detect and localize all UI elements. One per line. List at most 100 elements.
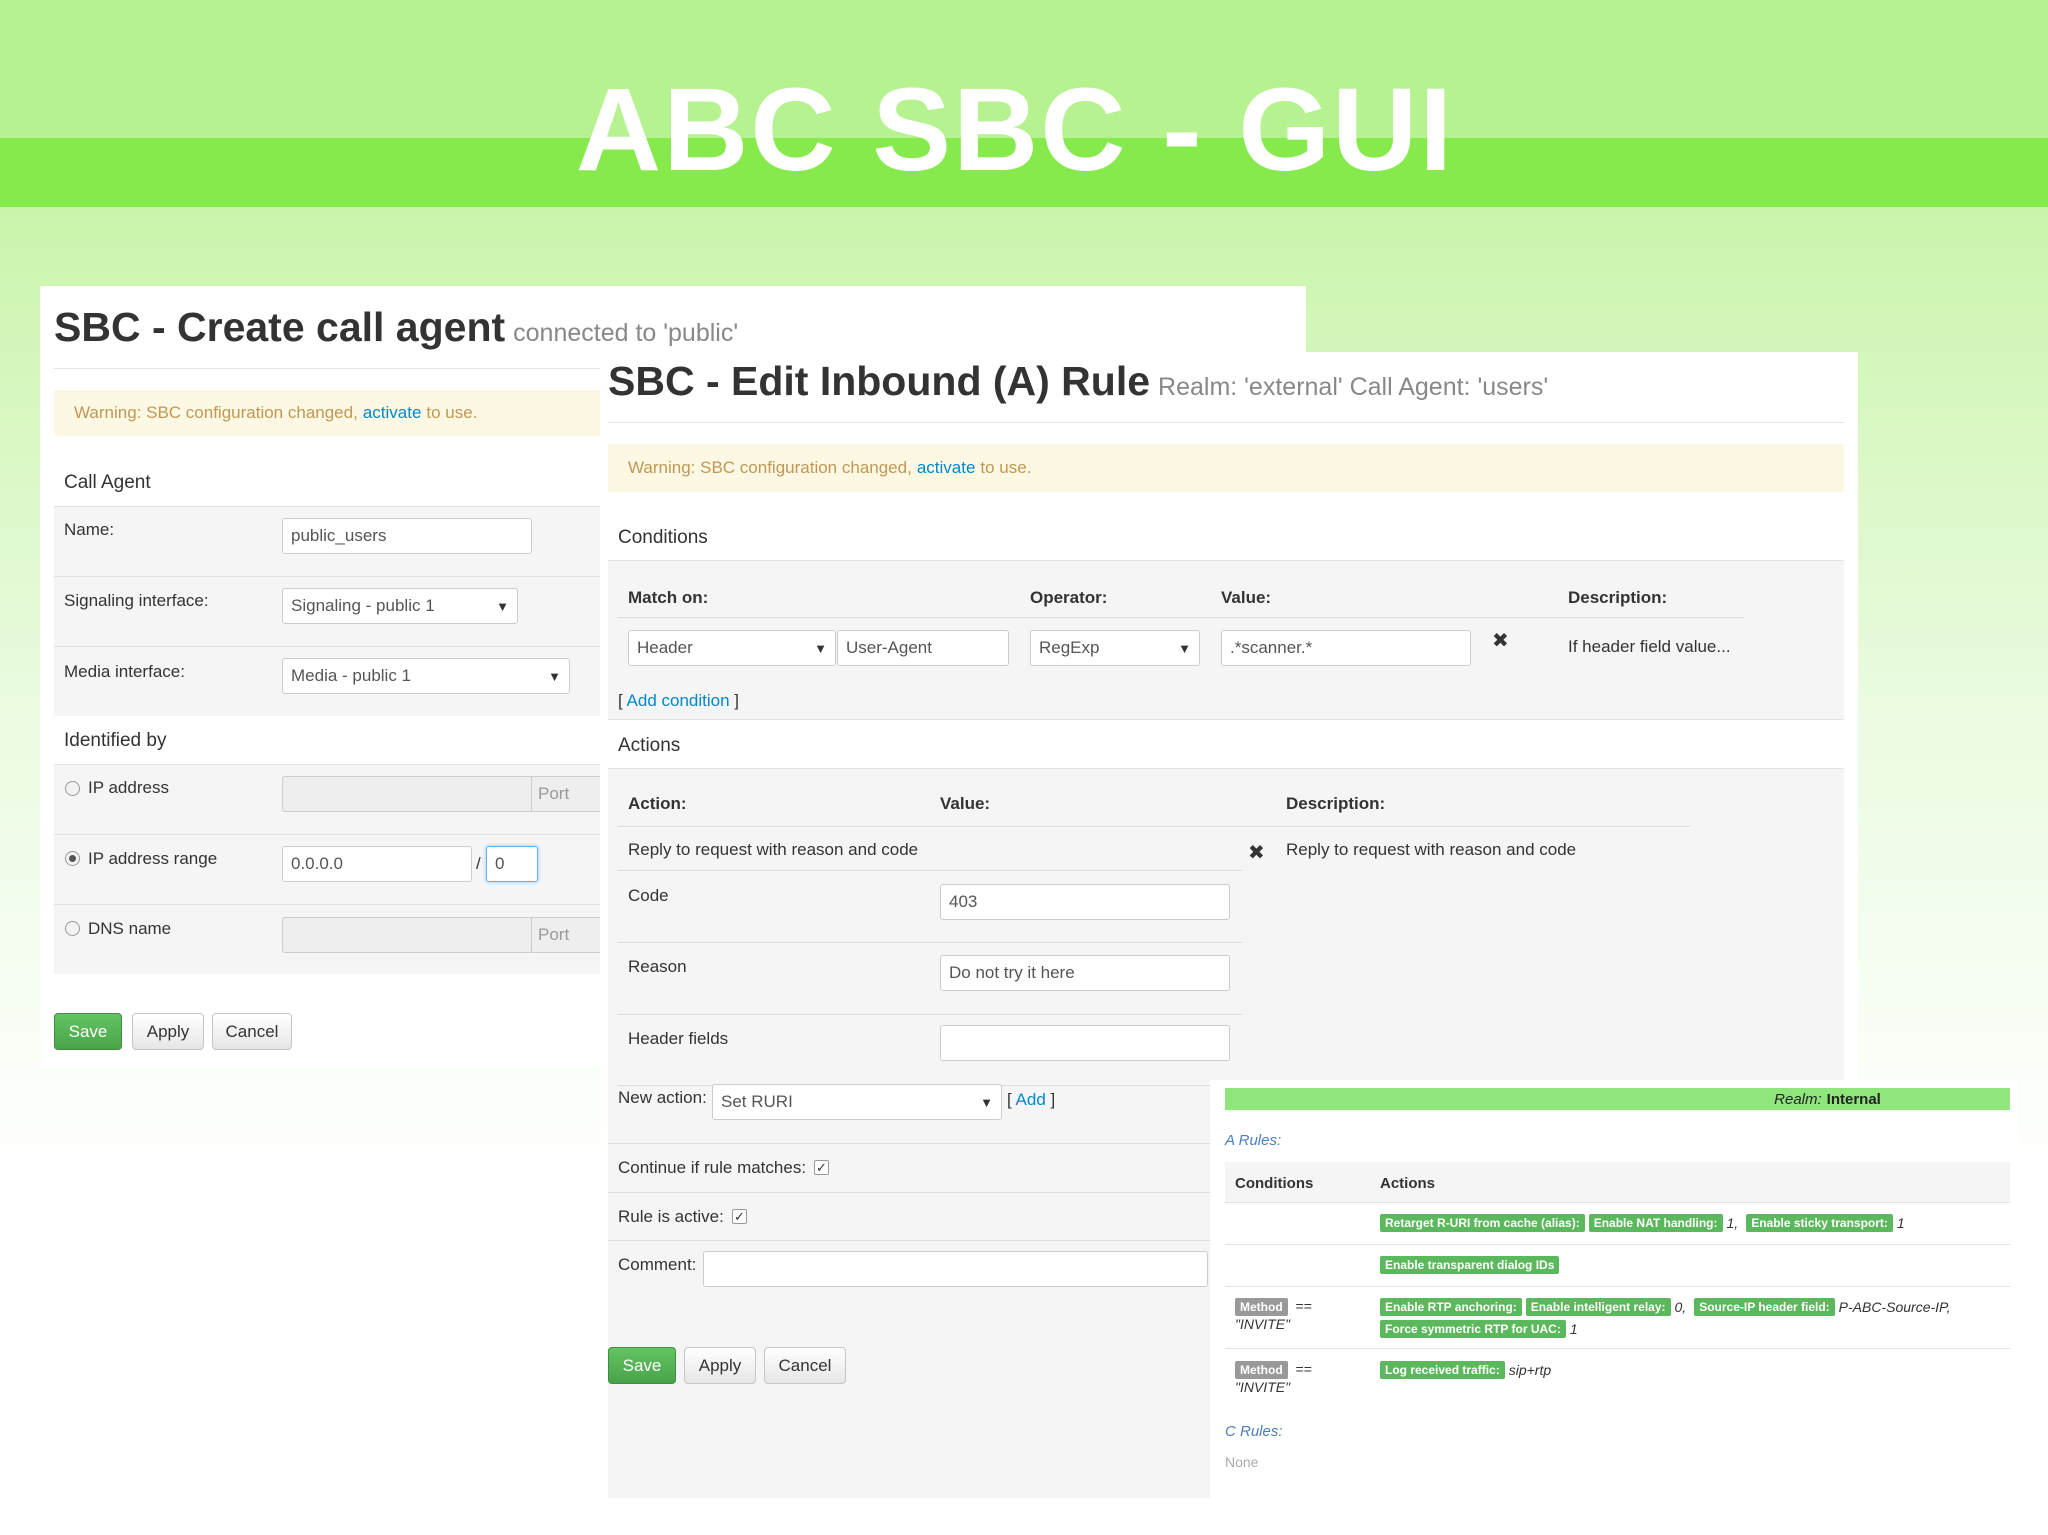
- new-action-label: New action:: [618, 1088, 707, 1107]
- caret-down-icon: ▼: [814, 640, 827, 656]
- caret-down-icon: ▼: [548, 668, 561, 684]
- divider: [608, 1143, 1212, 1144]
- active-checkbox[interactable]: ✓: [732, 1209, 747, 1224]
- cancel-button[interactable]: Cancel: [764, 1347, 846, 1384]
- operator-select[interactable]: RegExp ▼: [1030, 630, 1200, 666]
- divider: [618, 870, 1242, 871]
- media-select[interactable]: Media - public 1 ▼: [282, 658, 570, 694]
- action-tag: Enable sticky transport:: [1746, 1214, 1893, 1232]
- condition-value-input[interactable]: .*scanner.*: [1221, 630, 1471, 666]
- realm-bar: Realm: Internal: [1225, 1088, 2010, 1110]
- page-title: SBC - Create call agent connected to 'pub…: [54, 304, 739, 350]
- add-condition-link[interactable]: Add condition: [627, 691, 730, 710]
- action-tag: Enable transparent dialog IDs: [1380, 1256, 1560, 1274]
- warning-alert: Warning: SBC configuration changed, acti…: [608, 444, 1844, 492]
- table-row: Enable transparent dialog IDs: [1380, 1256, 1563, 1274]
- condition-cell: Method == "INVITE": [1235, 1361, 1312, 1395]
- a-rules-label: A Rules:: [1225, 1132, 1282, 1149]
- section-actions: Actions: [618, 735, 681, 756]
- action-tag: Log received traffic:: [1380, 1361, 1505, 1379]
- condition-description: If header field value...: [1568, 637, 1731, 656]
- match-on-header: Match on:: [628, 588, 709, 607]
- description-header: Description:: [1568, 588, 1668, 607]
- table-row-divider: [1225, 1286, 2010, 1287]
- dns-input: [282, 917, 532, 953]
- activate-link[interactable]: activate: [363, 403, 422, 423]
- action-tag: Enable intelligent relay:: [1525, 1298, 1671, 1316]
- c-rules-label: C Rules:: [1225, 1423, 1283, 1440]
- dns-radio[interactable]: [65, 921, 80, 936]
- section-identified-by: Identified by: [64, 730, 167, 751]
- ip-address-input: [282, 776, 532, 812]
- save-button[interactable]: Save: [54, 1013, 122, 1050]
- ip-range-radio[interactable]: [65, 851, 80, 866]
- caret-down-icon: ▼: [980, 1094, 993, 1110]
- table-row-divider: [1225, 1202, 2010, 1203]
- table-row: Retarget R-URI from cache (alias): Enabl…: [1380, 1214, 1913, 1232]
- divider: [618, 826, 1690, 827]
- cancel-button[interactable]: Cancel: [212, 1013, 292, 1050]
- media-label: Media interface:: [64, 662, 185, 681]
- save-button[interactable]: Save: [608, 1347, 676, 1384]
- add-action-link[interactable]: Add: [1016, 1090, 1046, 1109]
- ip-range-input[interactable]: 0.0.0.0: [282, 846, 472, 882]
- header-fields-input[interactable]: [940, 1025, 1230, 1061]
- action-tag: Source-IP header field:: [1694, 1298, 1835, 1316]
- match-type-select[interactable]: Header ▼: [628, 630, 836, 666]
- reason-input[interactable]: Do not try it here: [940, 955, 1230, 991]
- conditions-column-header: Conditions: [1235, 1175, 1314, 1192]
- reason-label: Reason: [628, 957, 687, 976]
- value-header: Value:: [1221, 588, 1272, 607]
- action-tag: Enable RTP anchoring:: [1380, 1298, 1522, 1316]
- condition-cell: Method == "INVITE": [1235, 1298, 1312, 1332]
- caret-down-icon: ▼: [1178, 640, 1191, 656]
- page-subtitle: Realm: 'external' Call Agent: 'users': [1158, 373, 1549, 401]
- divider: [618, 1014, 1242, 1015]
- header-name-input[interactable]: User-Agent: [837, 630, 1009, 666]
- divider: [608, 1192, 1212, 1193]
- slide-title: ABC SBC - GUI: [575, 64, 1455, 196]
- condition-tag: Method: [1235, 1361, 1288, 1379]
- action-header: Action:: [628, 794, 687, 813]
- divider: [618, 617, 1744, 618]
- table-row: Force symmetric RTP for UAC: 1: [1380, 1320, 1586, 1338]
- table-row-divider: [1225, 1348, 2010, 1349]
- mask-input[interactable]: 0: [486, 846, 538, 882]
- apply-button[interactable]: Apply: [684, 1347, 756, 1384]
- value-header: Value:: [940, 794, 991, 813]
- code-input[interactable]: 403: [940, 884, 1230, 920]
- action-tag: Retarget R-URI from cache (alias):: [1380, 1214, 1585, 1232]
- page-title: SBC - Edit Inbound (A) Rule Realm: 'exter…: [608, 358, 1549, 404]
- action-name: Reply to request with reason and code: [628, 840, 919, 859]
- comment-label: Comment:: [618, 1255, 697, 1274]
- continue-checkbox[interactable]: ✓: [814, 1160, 829, 1175]
- active-label: Rule is active:: [618, 1207, 724, 1226]
- port-addon: Port: [531, 776, 601, 812]
- comment-input[interactable]: [703, 1251, 1208, 1287]
- page-subtitle: connected to 'public': [513, 319, 739, 347]
- apply-button[interactable]: Apply: [132, 1013, 204, 1050]
- remove-action-icon[interactable]: ✖: [1248, 840, 1265, 865]
- slash-separator: /: [476, 854, 481, 873]
- operator-header: Operator:: [1030, 588, 1108, 607]
- new-action-select[interactable]: Set RURI ▼: [712, 1084, 1002, 1120]
- table-row: Enable RTP anchoring: Enable intelligent…: [1380, 1298, 1958, 1316]
- signaling-label: Signaling interface:: [64, 591, 209, 610]
- signaling-select[interactable]: Signaling - public 1 ▼: [282, 588, 518, 624]
- description-header: Description:: [1286, 794, 1386, 813]
- remove-condition-icon[interactable]: ✖: [1492, 628, 1509, 653]
- ip-address-label: IP address: [88, 778, 169, 797]
- table-row-divider: [1225, 1244, 2010, 1245]
- realm-rules-panel: Realm: Internal A Rules: Conditions Actio…: [1210, 1080, 2018, 1500]
- header-fields-label: Header fields: [628, 1029, 729, 1048]
- port-addon: Port: [531, 917, 601, 953]
- activate-link[interactable]: activate: [917, 458, 976, 478]
- name-input[interactable]: public_users: [282, 518, 532, 554]
- section-call-agent: Call Agent: [64, 472, 151, 493]
- action-description: Reply to request with reason and code: [1286, 840, 1577, 859]
- action-tag: Enable NAT handling:: [1588, 1214, 1723, 1232]
- ip-address-radio[interactable]: [65, 781, 80, 796]
- divider: [618, 942, 1242, 943]
- action-tag: Force symmetric RTP for UAC:: [1380, 1320, 1566, 1338]
- add-action-link-wrapper: [ Add ]: [1007, 1090, 1056, 1109]
